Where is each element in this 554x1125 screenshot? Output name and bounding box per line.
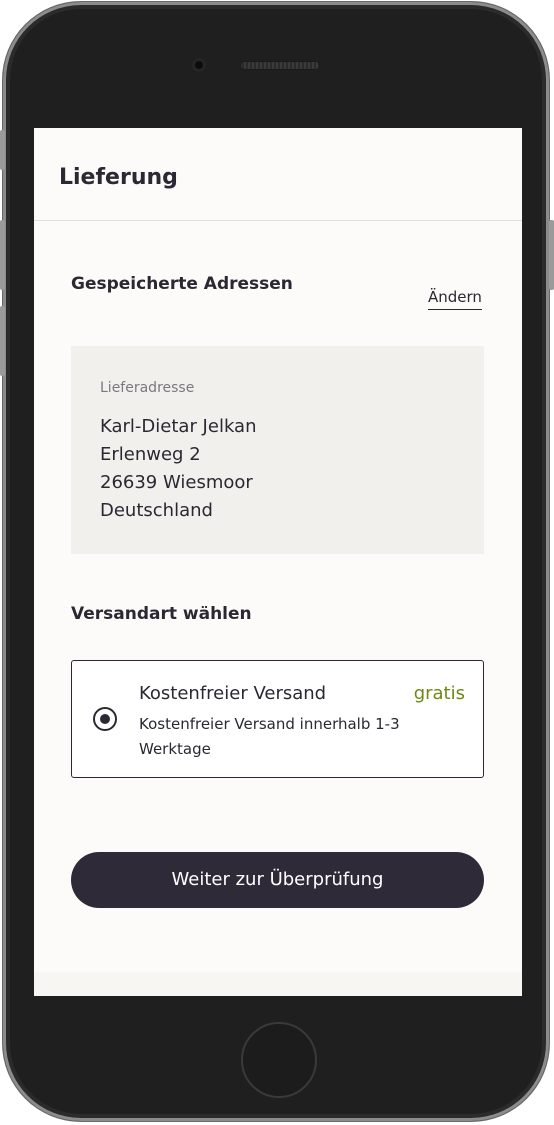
power-button [549,220,554,290]
radio-selected-dot-icon [100,714,110,724]
address-label: Lieferadresse [100,380,195,396]
radio-button-selected[interactable] [93,707,117,731]
footer-strip [34,972,522,996]
shipping-option-description: Kostenfreier Versand innerhalb 1-3 Werkt… [139,715,400,758]
shipping-option-free[interactable]: Kostenfreier Versand Kostenfreier Versan… [71,660,484,778]
mute-switch [0,130,5,170]
address-country: Deutschland [100,500,213,521]
app-screen: Lieferung Gespeicherte Adressen Ändern L… [34,128,522,996]
change-address-link[interactable]: Ändern [428,288,482,310]
page-header: Lieferung [34,128,522,221]
shipping-option-title: Kostenfreier Versand [139,683,327,704]
home-button[interactable] [241,1022,317,1098]
address-card: Lieferadresse Karl-Dietar Jelkan Erlenwe… [71,346,484,554]
address-name: Karl-Dietar Jelkan [100,416,257,437]
address-city: 26639 Wiesmoor [100,472,253,493]
saved-addresses-title: Gespeicherte Adressen [71,274,293,294]
address-street: Erlenweg 2 [100,444,201,465]
continue-to-review-button[interactable]: Weiter zur Überprüfung [71,852,484,908]
shipping-method-title: Versandart wählen [71,604,252,624]
page-title: Lieferung [59,165,178,190]
shipping-option-price: gratis [413,683,465,704]
phone-frame: Lieferung Gespeicherte Adressen Ändern L… [3,2,549,1121]
volume-down-button [0,306,5,376]
camera-icon [192,58,206,72]
volume-up-button [0,220,5,290]
speaker-grille [240,61,320,70]
